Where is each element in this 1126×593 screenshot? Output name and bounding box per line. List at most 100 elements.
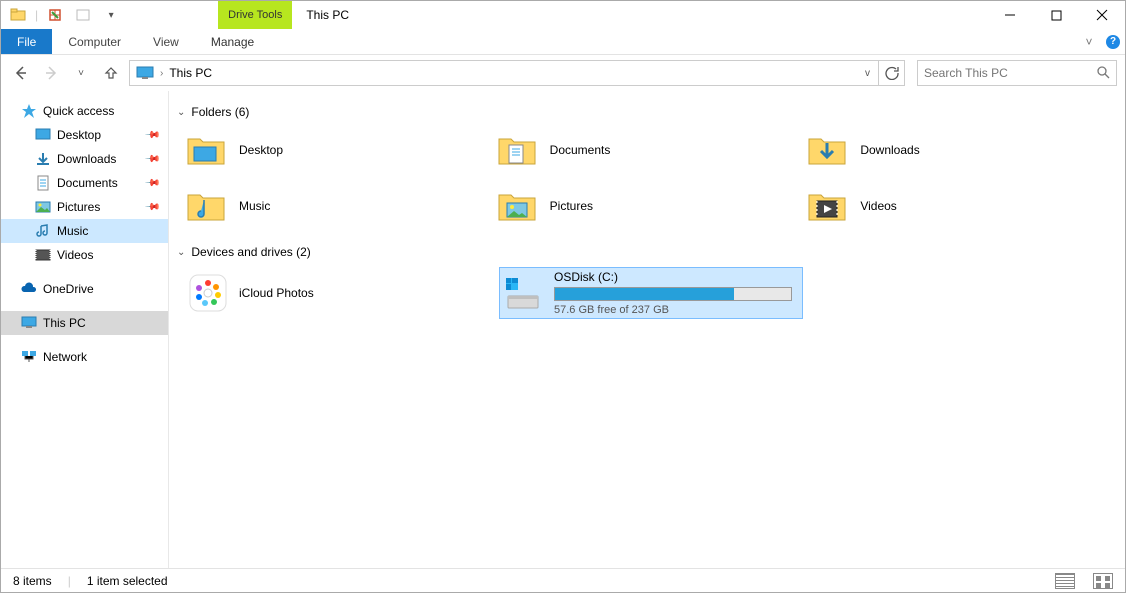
item-label: Documents bbox=[550, 143, 611, 157]
device-label: iCloud Photos bbox=[239, 286, 479, 300]
folder-music-icon bbox=[185, 185, 227, 227]
folder-pictures[interactable]: Pictures bbox=[496, 183, 807, 229]
sidebar-label: This PC bbox=[43, 316, 86, 330]
group-label: Folders (6) bbox=[191, 105, 249, 119]
title-bar: | ▾ Drive Tools This PC bbox=[1, 1, 1125, 29]
folder-music[interactable]: Music bbox=[185, 183, 496, 229]
pin-icon: 📌 bbox=[143, 151, 160, 168]
group-header-folders[interactable]: ⌄ Folders (6) bbox=[177, 105, 1117, 119]
drive-free-text: 57.6 GB free of 237 GB bbox=[554, 304, 792, 316]
tab-file[interactable]: File bbox=[1, 29, 52, 54]
folder-documents[interactable]: Documents bbox=[496, 127, 807, 173]
address-dropdown-icon[interactable]: v bbox=[859, 68, 876, 79]
status-selection: 1 item selected bbox=[87, 574, 168, 588]
help-icon: ? bbox=[1106, 35, 1120, 49]
drive-tools-contextual-tab[interactable]: Drive Tools bbox=[218, 1, 292, 29]
network-icon bbox=[21, 349, 37, 365]
window-title: This PC bbox=[292, 1, 349, 29]
large-icons-view-button[interactable] bbox=[1093, 573, 1113, 589]
sidebar-item-pictures[interactable]: Pictures 📌 bbox=[1, 195, 168, 219]
device-icloud-photos[interactable]: iCloud Photos bbox=[185, 267, 489, 319]
qat-customize-icon[interactable]: ▾ bbox=[100, 4, 122, 26]
item-label: Videos bbox=[860, 199, 896, 213]
close-button[interactable] bbox=[1079, 1, 1125, 29]
folder-videos[interactable]: Videos bbox=[806, 183, 1117, 229]
pin-icon: 📌 bbox=[143, 127, 160, 144]
folder-downloads[interactable]: Downloads bbox=[806, 127, 1117, 173]
folder-documents-icon bbox=[496, 129, 538, 171]
tab-view[interactable]: View bbox=[137, 29, 195, 54]
chevron-down-icon: ⌄ bbox=[177, 247, 185, 258]
forward-button[interactable] bbox=[39, 61, 63, 85]
item-label: Downloads bbox=[860, 143, 919, 157]
devices-grid: iCloud Photos OSDisk (C:) 57.6 GB free o… bbox=[177, 267, 1117, 319]
videos-icon bbox=[35, 247, 51, 263]
group-label: Devices and drives (2) bbox=[191, 245, 310, 259]
ribbon-expand-icon[interactable]: ˅ bbox=[1077, 29, 1101, 54]
content-pane: ⌄ Folders (6) Desktop Documents Downlo bbox=[169, 91, 1125, 568]
sidebar-item-videos[interactable]: Videos bbox=[1, 243, 168, 267]
disk-drive-icon bbox=[502, 272, 544, 314]
this-pc-icon bbox=[21, 315, 37, 331]
pin-icon: 📌 bbox=[143, 175, 160, 192]
folder-desktop-icon bbox=[185, 129, 227, 171]
sidebar-item-quick-access[interactable]: Quick access bbox=[1, 99, 168, 123]
breadcrumb-separator-icon[interactable]: › bbox=[158, 68, 165, 79]
qat-separator: | bbox=[35, 8, 38, 22]
breadcrumb-this-pc[interactable]: This PC bbox=[165, 66, 216, 80]
sidebar-label: Videos bbox=[57, 248, 93, 262]
drive-name: OSDisk (C:) bbox=[554, 270, 792, 284]
device-osdisk[interactable]: OSDisk (C:) 57.6 GB free of 237 GB bbox=[499, 267, 803, 319]
status-bar: 8 items | 1 item selected bbox=[1, 568, 1125, 592]
pictures-icon bbox=[35, 199, 51, 215]
details-view-button[interactable] bbox=[1055, 573, 1075, 589]
minimize-button[interactable] bbox=[987, 1, 1033, 29]
new-folder-icon[interactable] bbox=[72, 4, 94, 26]
folders-grid: Desktop Documents Downloads Music bbox=[177, 127, 1117, 229]
onedrive-icon bbox=[21, 281, 37, 297]
back-button[interactable] bbox=[9, 61, 33, 85]
drive-usage-bar bbox=[554, 287, 792, 301]
music-icon bbox=[35, 223, 51, 239]
navigation-bar: ˅ › This PC v bbox=[1, 55, 1125, 91]
refresh-button[interactable] bbox=[879, 60, 905, 86]
recent-locations-icon[interactable]: ˅ bbox=[69, 61, 93, 85]
downloads-icon bbox=[35, 151, 51, 167]
sidebar-item-desktop[interactable]: Desktop 📌 bbox=[1, 123, 168, 147]
tab-computer[interactable]: Computer bbox=[52, 29, 137, 54]
documents-icon bbox=[35, 175, 51, 191]
sidebar-label: Downloads bbox=[57, 152, 116, 166]
sidebar-label: Music bbox=[57, 224, 88, 238]
search-box[interactable] bbox=[917, 60, 1117, 86]
desktop-icon bbox=[35, 127, 51, 143]
maximize-button[interactable] bbox=[1033, 1, 1079, 29]
quick-access-toolbar: | ▾ bbox=[1, 1, 128, 29]
sidebar-label: Quick access bbox=[43, 104, 114, 118]
address-bar[interactable]: › This PC v bbox=[129, 60, 879, 86]
item-label: Desktop bbox=[239, 143, 283, 157]
up-button[interactable] bbox=[99, 61, 123, 85]
pin-icon: 📌 bbox=[143, 199, 160, 216]
sidebar-item-onedrive[interactable]: OneDrive bbox=[1, 277, 168, 301]
chevron-down-icon: ⌄ bbox=[177, 107, 185, 118]
sidebar-item-network[interactable]: Network bbox=[1, 345, 168, 369]
ribbon-tabs: File Computer View Manage ˅ ? bbox=[1, 29, 1125, 55]
search-icon[interactable] bbox=[1096, 65, 1110, 82]
this-pc-icon bbox=[136, 66, 154, 80]
tab-manage[interactable]: Manage bbox=[195, 29, 270, 54]
folder-desktop[interactable]: Desktop bbox=[185, 127, 496, 173]
sidebar-item-this-pc[interactable]: This PC bbox=[1, 311, 168, 335]
sidebar-item-documents[interactable]: Documents 📌 bbox=[1, 171, 168, 195]
sidebar-item-downloads[interactable]: Downloads 📌 bbox=[1, 147, 168, 171]
group-header-devices[interactable]: ⌄ Devices and drives (2) bbox=[177, 245, 1117, 259]
sidebar-label: Documents bbox=[57, 176, 118, 190]
search-input[interactable] bbox=[924, 66, 1110, 80]
help-button[interactable]: ? bbox=[1101, 29, 1125, 54]
explorer-icon[interactable] bbox=[7, 4, 29, 26]
properties-icon[interactable] bbox=[44, 4, 66, 26]
icloud-photos-icon bbox=[187, 272, 229, 314]
sidebar-item-music[interactable]: Music bbox=[1, 219, 168, 243]
status-item-count: 8 items bbox=[13, 574, 52, 588]
item-label: Pictures bbox=[550, 199, 593, 213]
folder-videos-icon bbox=[806, 185, 848, 227]
